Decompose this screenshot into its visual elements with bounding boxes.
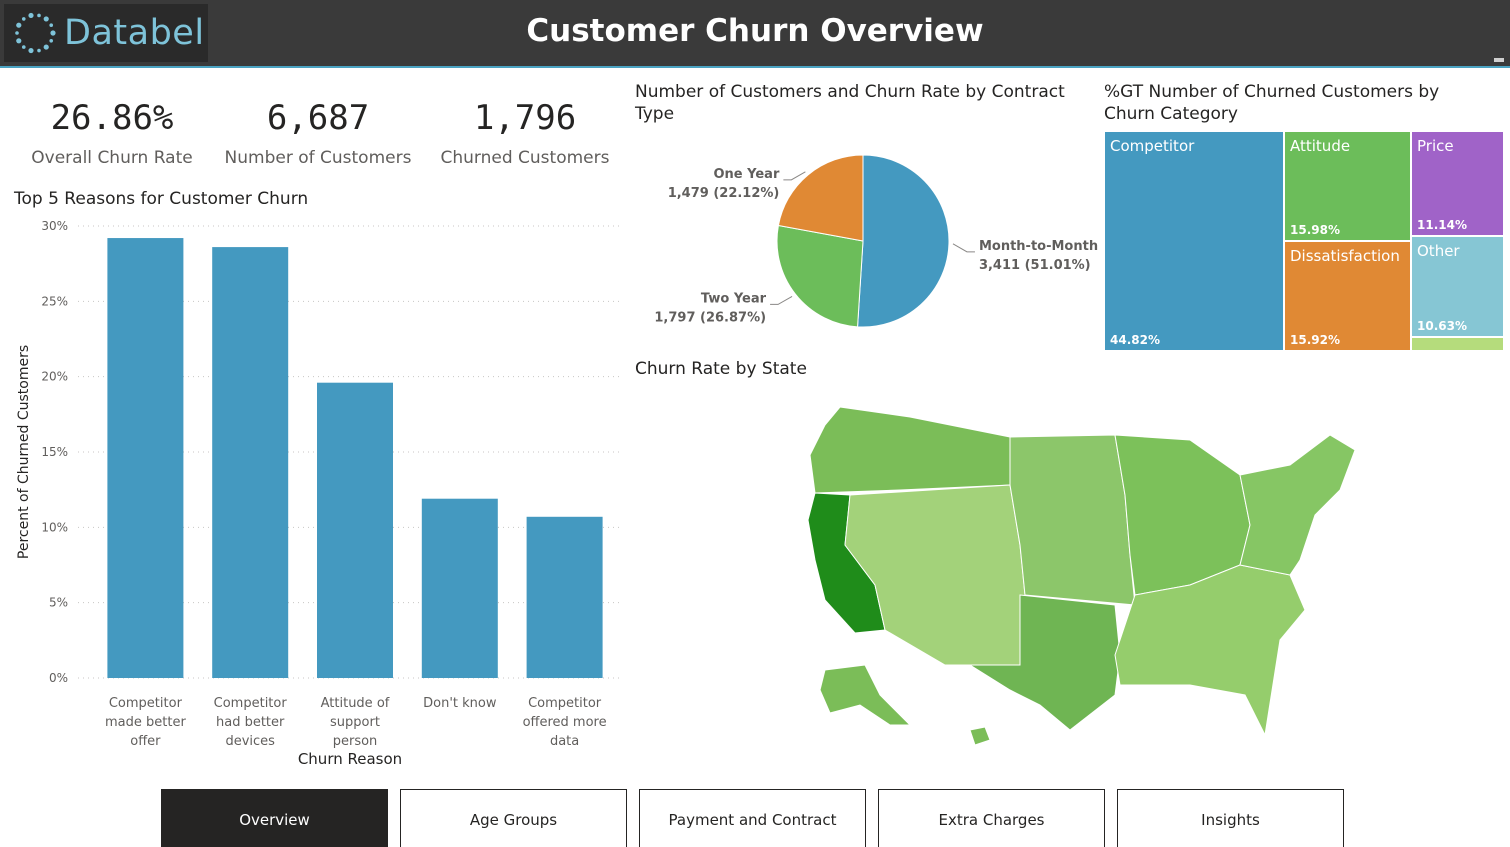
x-tick-label: Competitor <box>528 696 602 711</box>
map-states <box>807 406 1356 746</box>
y-tick-label: 5% <box>49 596 68 610</box>
kpi-overall-churn-rate: 26.86% Overall Churn Rate <box>12 96 212 168</box>
pie-label-name: Month-to-Month <box>979 239 1098 254</box>
bar-chart-title: Top 5 Reasons for Customer Churn <box>14 189 309 209</box>
pie-label-detail: 1,797 (26.87%) <box>654 310 766 325</box>
map-region-hawaii[interactable] <box>969 726 991 746</box>
pie-chart-title-line: Number of Customers and Churn Rate by Co… <box>635 82 1065 102</box>
kpi-churned-customers: 1,796 Churned Customers <box>425 96 625 168</box>
kpi-label: Number of Customers <box>224 148 412 168</box>
focus-mode-icon[interactable] <box>1494 58 1504 62</box>
x-tick-label: Competitor <box>214 696 288 711</box>
y-tick-label: 10% <box>41 520 68 534</box>
nav-button-overview[interactable]: Overview <box>161 789 388 847</box>
nav-button-extra-charges[interactable]: Extra Charges <box>878 789 1105 847</box>
treemap-title-line: Churn Category <box>1104 104 1238 124</box>
pie-leader-line <box>770 295 793 305</box>
treemap-cell-value: 10.63% <box>1417 319 1467 333</box>
churn-by-state-map[interactable] <box>770 395 1370 755</box>
x-tick-label: had better <box>216 715 285 730</box>
logo-dot <box>37 48 41 53</box>
page-navigation: Overview Age Groups Payment and Contract… <box>161 789 1351 847</box>
x-tick-label: devices <box>225 734 275 749</box>
y-tick-label: 25% <box>41 294 68 308</box>
map-region-plains[interactable] <box>1009 434 1136 606</box>
x-tick-label: Don't know <box>423 696 497 711</box>
page-title: Customer Churn Overview <box>526 13 984 49</box>
map-region-northwest[interactable] <box>809 406 1011 494</box>
churn-reasons-bar-chart[interactable]: 0% 5% 10% 15% 20% 25% 30% Competitor made better… <box>10 212 626 772</box>
x-tick-label: support <box>330 715 380 730</box>
pie-chart-title: Number of Customers and Churn Rate by Co… <box>635 81 1065 125</box>
pie-label-detail: 3,411 (51.01%) <box>979 258 1091 273</box>
treemap-cell-name: Other <box>1417 242 1460 260</box>
treemap-cell[interactable]: Competitor 44.82% <box>1104 131 1284 351</box>
kpi-value: 6,687 <box>266 98 370 138</box>
x-tick-label: offer <box>130 734 161 749</box>
treemap-cell-name: Attitude <box>1290 137 1351 155</box>
map-region-mountain[interactable] <box>844 484 1026 666</box>
kpi-number-of-customers: 6,687 Number of Customers <box>218 96 418 168</box>
bar[interactable] <box>212 247 289 679</box>
treemap-cell[interactable]: Price 11.14% <box>1411 131 1504 236</box>
map-region-northeast[interactable] <box>1239 434 1356 576</box>
treemap-cell-name: Price <box>1417 137 1454 155</box>
kpi-value: 26.86% <box>50 98 174 138</box>
treemap-title: %GT Number of Churned Customers by Churn… <box>1104 81 1439 125</box>
kpi-label: Overall Churn Rate <box>31 148 193 168</box>
x-tick-label: made better <box>105 715 186 730</box>
x-tick-label: Attitude of <box>321 696 390 711</box>
nav-button-age-groups[interactable]: Age Groups <box>400 789 627 847</box>
header-bar: Databel Customer Churn Overview <box>0 0 1510 68</box>
nav-button-payment-and-contract[interactable]: Payment and Contract <box>639 789 866 847</box>
pie-chart-title-line: Type <box>635 104 675 124</box>
contract-type-pie-chart[interactable]: Month-to-Month 3,411 (51.01%) Two Year 1,79… <box>640 140 1100 340</box>
x-tick-label: Competitor <box>109 696 183 711</box>
y-tick-label: 15% <box>41 445 68 459</box>
treemap-cell[interactable]: Attitude 15.98% <box>1284 131 1411 241</box>
x-tick-label: offered more <box>523 715 607 730</box>
bar[interactable] <box>107 238 184 678</box>
churn-category-treemap[interactable]: Competitor 44.82% Attitude 15.98% Dissatisfa… <box>1104 131 1504 351</box>
nav-button-insights[interactable]: Insights <box>1117 789 1344 847</box>
x-axis-title: Churn Reason <box>298 750 402 768</box>
y-axis-title: Percent of Churned Customers <box>16 345 32 559</box>
map-region-alaska[interactable] <box>819 664 912 726</box>
bar[interactable] <box>526 516 603 678</box>
kpi-value: 1,796 <box>473 98 577 138</box>
treemap-cell-name: Dissatisfaction <box>1290 247 1400 265</box>
x-tick-label: person <box>333 734 378 749</box>
pie-label-detail: 1,479 (22.12%) <box>668 186 780 201</box>
treemap-cell-value: 15.92% <box>1290 333 1340 347</box>
pie-slice[interactable] <box>857 154 950 328</box>
pie-slice[interactable] <box>777 154 864 242</box>
bar[interactable] <box>317 382 393 678</box>
y-tick-label: 20% <box>41 370 68 384</box>
y-tick-label: 0% <box>49 671 68 685</box>
pie-label-name: One Year <box>714 167 780 182</box>
pie-leader-line <box>783 171 806 181</box>
pie-slice[interactable] <box>776 224 864 328</box>
treemap-cell-value: 44.82% <box>1110 333 1160 347</box>
treemap-cell-value: 15.98% <box>1290 223 1340 237</box>
pie-label-name: Two Year <box>701 291 767 306</box>
kpi-label: Churned Customers <box>440 148 610 168</box>
treemap-cell-value: 11.14% <box>1417 218 1467 232</box>
treemap-cell[interactable] <box>1411 337 1504 351</box>
pie-leader-line <box>952 243 975 253</box>
treemap-cell-name: Competitor <box>1110 137 1195 155</box>
y-tick-label: 30% <box>41 219 68 233</box>
map-title: Churn Rate by State <box>635 359 807 379</box>
treemap-title-line: %GT Number of Churned Customers by <box>1104 82 1440 102</box>
treemap-cell[interactable]: Dissatisfaction 15.92% <box>1284 241 1411 351</box>
treemap-cell[interactable]: Other 10.63% <box>1411 236 1504 337</box>
x-tick-label: data <box>550 734 579 749</box>
bar[interactable] <box>421 498 498 678</box>
